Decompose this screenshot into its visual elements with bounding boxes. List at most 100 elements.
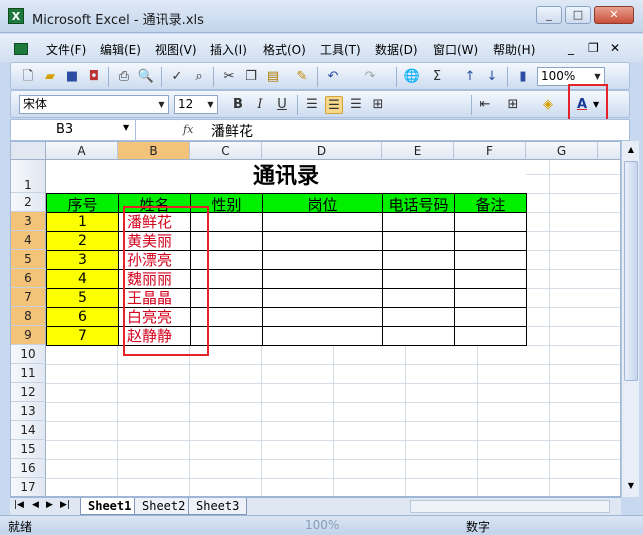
row-header-5[interactable]: 5: [11, 250, 46, 269]
note-cell[interactable]: [454, 212, 527, 232]
row-header-14[interactable]: 14: [11, 421, 46, 440]
row-header-9[interactable]: 9: [11, 326, 46, 345]
sheet-tab-2[interactable]: Sheet2: [134, 498, 194, 515]
new-icon[interactable]: 🗋: [19, 68, 37, 86]
phone-cell[interactable]: [382, 307, 455, 327]
row-header-4[interactable]: 4: [11, 231, 46, 250]
close-button[interactable]: ✕: [594, 6, 634, 24]
borders-icon[interactable]: ⊞: [504, 96, 522, 114]
position-cell[interactable]: [262, 250, 383, 270]
note-cell[interactable]: [454, 269, 527, 289]
row-header-6[interactable]: 6: [11, 269, 46, 288]
merge-center-icon[interactable]: ⊞: [369, 96, 387, 114]
header-cell-no[interactable]: 序号: [46, 193, 119, 213]
worksheet-grid[interactable]: A B C D E F G 1 2 3 4 5 6 7 8 9 10 11 12…: [10, 141, 621, 497]
row-header-17[interactable]: 17: [11, 478, 46, 496]
copy-icon[interactable]: ❐: [242, 68, 260, 86]
column-header-h[interactable]: [598, 142, 620, 160]
minimize-button[interactable]: _: [536, 6, 562, 24]
print-icon[interactable]: ⎙: [115, 68, 133, 86]
header-cell-phone[interactable]: 电话号码: [382, 193, 455, 213]
menu-data[interactable]: 数据(D): [375, 41, 418, 58]
doc-minimize-button[interactable]: _: [568, 41, 574, 55]
chart-wizard-icon[interactable]: ▮: [514, 68, 532, 86]
row-header-10[interactable]: 10: [11, 345, 46, 364]
italic-button[interactable]: I: [251, 96, 269, 114]
phone-cell[interactable]: [382, 326, 455, 346]
note-cell[interactable]: [454, 231, 527, 251]
align-right-icon[interactable]: ☰: [347, 96, 365, 114]
redo-icon[interactable]: ↷: [361, 68, 379, 86]
font-size-select[interactable]: 12 ▼: [174, 95, 218, 114]
column-header-d[interactable]: D: [262, 142, 382, 160]
phone-cell[interactable]: [382, 269, 455, 289]
header-cell-note[interactable]: 备注: [454, 193, 527, 213]
header-cell-position[interactable]: 岗位: [262, 193, 383, 213]
underline-button[interactable]: U: [273, 96, 291, 114]
workbook-icon[interactable]: [14, 43, 28, 55]
menu-view[interactable]: 视图(V): [155, 41, 197, 58]
scroll-up-icon[interactable]: ▲: [624, 143, 638, 157]
paste-icon[interactable]: ▤: [264, 68, 282, 86]
sort-descending-icon[interactable]: ↓: [483, 68, 501, 86]
open-icon[interactable]: ▰: [41, 68, 59, 86]
scroll-thumb[interactable]: [624, 161, 638, 381]
vertical-scrollbar[interactable]: ▲ ▼: [621, 141, 639, 497]
row-header-15[interactable]: 15: [11, 440, 46, 459]
row-header-16[interactable]: 16: [11, 459, 46, 478]
menu-tools[interactable]: 工具(T): [320, 41, 361, 58]
decrease-indent-icon[interactable]: ⇤: [476, 96, 494, 114]
font-select[interactable]: 宋体 ▼: [19, 95, 169, 114]
row-header-11[interactable]: 11: [11, 364, 46, 383]
note-cell[interactable]: [454, 307, 527, 327]
horizontal-scrollbar[interactable]: [410, 500, 610, 513]
undo-icon[interactable]: ↶: [324, 68, 342, 86]
menu-window[interactable]: 窗口(W): [433, 41, 478, 58]
print-preview-icon[interactable]: 🔍: [137, 68, 155, 86]
column-header-b[interactable]: B: [118, 142, 190, 160]
permission-icon[interactable]: ◘: [85, 68, 103, 86]
row-header-13[interactable]: 13: [11, 402, 46, 421]
bold-button[interactable]: B: [229, 96, 247, 114]
column-header-g[interactable]: G: [526, 142, 598, 160]
phone-cell[interactable]: [382, 288, 455, 308]
row-header-12[interactable]: 12: [11, 383, 46, 402]
autosum-icon[interactable]: Σ: [428, 68, 446, 86]
no-cell[interactable]: 3: [46, 250, 119, 270]
note-cell[interactable]: [454, 288, 527, 308]
insert-function-icon[interactable]: fx: [183, 123, 193, 136]
last-sheet-icon[interactable]: ▶|: [60, 500, 70, 510]
fill-color-icon[interactable]: ◈: [539, 96, 557, 114]
row-header-3[interactable]: 3: [11, 212, 46, 231]
column-header-e[interactable]: E: [382, 142, 454, 160]
position-cell[interactable]: [262, 307, 383, 327]
menu-insert[interactable]: 插入(I): [210, 41, 247, 58]
prev-sheet-icon[interactable]: ◀: [32, 500, 39, 510]
position-cell[interactable]: [262, 288, 383, 308]
row-header-7[interactable]: 7: [11, 288, 46, 307]
row-header-1[interactable]: 1: [11, 160, 46, 193]
note-cell[interactable]: [454, 326, 527, 346]
spelling-icon[interactable]: ✓: [168, 68, 186, 86]
align-left-icon[interactable]: ☰: [303, 96, 321, 114]
scroll-down-icon[interactable]: ▼: [624, 479, 638, 493]
menu-help[interactable]: 帮助(H): [493, 41, 535, 58]
first-sheet-icon[interactable]: |◀: [14, 500, 24, 510]
save-icon[interactable]: ■: [63, 68, 81, 86]
column-header-a[interactable]: A: [46, 142, 118, 160]
position-cell[interactable]: [262, 212, 383, 232]
no-cell[interactable]: 4: [46, 269, 119, 289]
position-cell[interactable]: [262, 326, 383, 346]
sheet-tab-3[interactable]: Sheet3: [188, 498, 248, 515]
research-icon[interactable]: ⌕: [190, 68, 208, 86]
maximize-button[interactable]: □: [565, 6, 591, 24]
align-center-icon[interactable]: ☰: [325, 96, 343, 114]
position-cell[interactable]: [262, 231, 383, 251]
phone-cell[interactable]: [382, 250, 455, 270]
select-all-corner[interactable]: [11, 142, 46, 160]
phone-cell[interactable]: [382, 212, 455, 232]
sort-ascending-icon[interactable]: ↑: [461, 68, 479, 86]
no-cell[interactable]: 1: [46, 212, 119, 232]
note-cell[interactable]: [454, 250, 527, 270]
menu-file[interactable]: 文件(F): [46, 41, 86, 58]
